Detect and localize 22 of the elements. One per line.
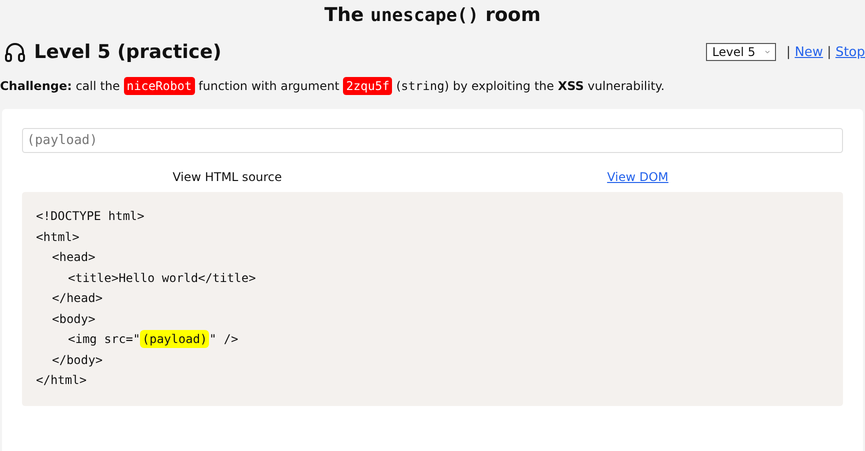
separator-text: | xyxy=(827,44,832,60)
view-tab[interactable]: View DOM xyxy=(607,170,668,184)
code-line: </body> xyxy=(52,352,103,367)
level-select[interactable]: Level 5 xyxy=(706,43,776,61)
code-line: </head> xyxy=(52,291,103,306)
nav-link[interactable]: Stop xyxy=(835,44,865,60)
code-line: <head> xyxy=(52,250,96,264)
code-line: <img src=" (payload) " /> xyxy=(68,332,238,346)
nav-link[interactable]: New xyxy=(794,44,824,60)
page-title: The unescape() room xyxy=(323,3,542,26)
headphones-icon xyxy=(3,40,27,64)
code-line: <html> xyxy=(36,230,80,244)
view-tab[interactable]: View HTML source xyxy=(172,170,282,184)
code-line: <!DOCTYPE html> xyxy=(36,209,144,224)
challenge-text: Challenge: call the niceRobot function with argument 2zqu5f (string) by exploiting the XSS vulnerability. xyxy=(0,76,666,96)
separator-text: | xyxy=(786,44,791,60)
code-line: <body> xyxy=(52,312,96,326)
code-line: <title>Hello world</title> xyxy=(68,270,256,285)
code-line: </html> xyxy=(36,373,87,388)
level-heading: Level 5 (practice) xyxy=(34,41,222,63)
payload-field[interactable]: (payload) xyxy=(22,128,843,153)
caret-icon xyxy=(765,49,770,55)
